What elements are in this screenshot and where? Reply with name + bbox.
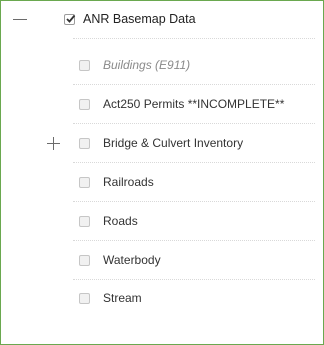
layer-row-buildings[interactable]: Buildings (E911) [1, 47, 323, 85]
layer-label: Stream [103, 291, 142, 305]
row-divider [73, 240, 315, 241]
layer-checkbox-anr-basemap-data[interactable] [64, 14, 76, 25]
layer-label: Act250 Permits **INCOMPLETE** [103, 97, 285, 111]
layer-row-roads[interactable]: Roads [1, 203, 323, 241]
layer-checkbox-railroads[interactable] [79, 177, 90, 188]
layer-label: Railroads [103, 175, 154, 189]
row-divider [73, 123, 315, 124]
layer-checkbox-act250-permits[interactable] [79, 99, 90, 110]
layer-label: Buildings (E911) [103, 58, 191, 72]
row-divider [73, 162, 315, 163]
expand-plus-icon[interactable] [46, 136, 62, 152]
layer-label: ANR Basemap Data [83, 12, 196, 26]
collapse-minus-icon[interactable] [12, 12, 28, 28]
layer-row-stream[interactable]: Stream [1, 280, 323, 318]
layer-checkbox-buildings[interactable] [79, 60, 90, 71]
layer-checkbox-waterbody[interactable] [79, 255, 90, 266]
layer-row-railroads[interactable]: Railroads [1, 164, 323, 202]
layer-checkbox-bridge-culvert[interactable] [79, 138, 90, 149]
layer-tree-panel: ANR Basemap Data Buildings (E911) Act250… [0, 0, 324, 345]
layer-checkbox-stream[interactable] [79, 293, 90, 304]
check-icon [66, 14, 76, 23]
layer-row-waterbody[interactable]: Waterbody [1, 242, 323, 280]
layer-label: Roads [103, 214, 138, 228]
layer-row-act250-permits[interactable]: Act250 Permits **INCOMPLETE** [1, 86, 323, 124]
row-divider [73, 84, 315, 85]
layer-row-anr-basemap-data[interactable]: ANR Basemap Data [1, 1, 323, 39]
layer-label: Bridge & Culvert Inventory [103, 136, 244, 150]
row-divider [73, 38, 315, 39]
layer-row-bridge-culvert[interactable]: Bridge & Culvert Inventory [1, 125, 323, 163]
layer-checkbox-roads[interactable] [79, 216, 90, 227]
layer-label: Waterbody [103, 253, 161, 267]
row-divider [73, 201, 315, 202]
